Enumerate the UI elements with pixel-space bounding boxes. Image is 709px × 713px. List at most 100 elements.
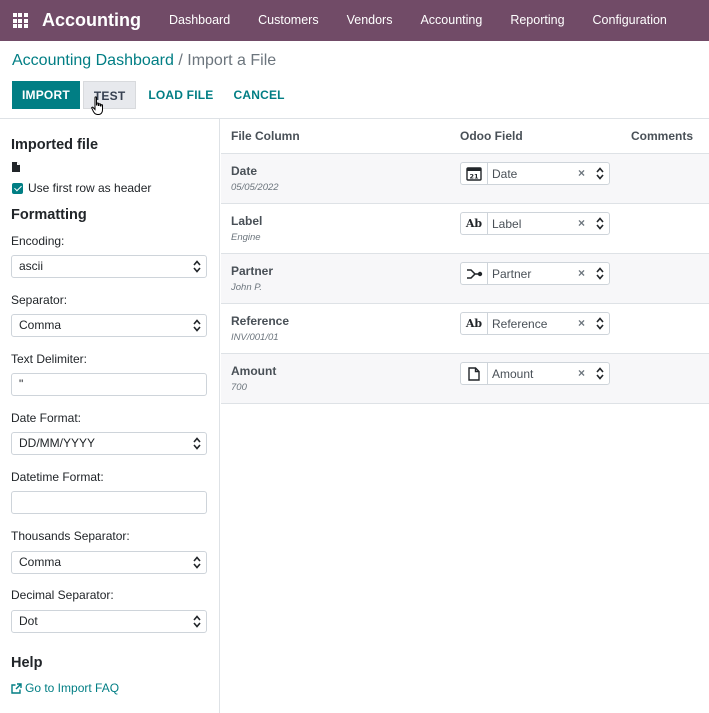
datetime-format-label: Datetime Format:: [11, 470, 104, 484]
breadcrumb-parent[interactable]: Accounting Dashboard: [12, 52, 174, 69]
formatting-title: Formatting: [11, 207, 87, 223]
imported-file-title: Imported file: [11, 137, 99, 153]
table-row: Amount 700 Amount ×: [221, 354, 709, 404]
cancel-button[interactable]: CANCEL: [223, 81, 294, 109]
odoo-field-value: Date: [492, 166, 518, 181]
datetime-format-input[interactable]: [11, 491, 207, 514]
menu-dashboard[interactable]: Dashboard: [155, 0, 244, 41]
select-arrows-icon: [193, 260, 201, 273]
select-arrows-icon: [596, 317, 604, 330]
select-arrows-icon: [596, 267, 604, 280]
text-icon: Ab: [461, 313, 488, 334]
clear-icon[interactable]: ×: [578, 366, 585, 380]
use-header-row[interactable]: Use first row as header: [12, 181, 151, 195]
top-navbar: Accounting Dashboard Customers Vendors A…: [0, 0, 709, 41]
column-name: Partner: [231, 264, 274, 278]
column-sample: INV/001/01: [231, 332, 279, 343]
load-file-button[interactable]: LOAD FILE: [138, 81, 223, 109]
help-title: Help: [11, 655, 43, 671]
column-name: Amount: [231, 364, 277, 378]
thousands-separator-select[interactable]: Comma: [11, 551, 207, 574]
header-file-column: File Column: [231, 129, 300, 143]
odoo-field-select[interactable]: Ab Reference ×: [460, 312, 610, 335]
clear-icon[interactable]: ×: [578, 166, 585, 180]
select-arrows-icon: [596, 367, 604, 380]
table-header: File Column Odoo Field Comments: [221, 119, 709, 154]
menu-configuration[interactable]: Configuration: [579, 0, 681, 41]
column-sample: John P.: [231, 282, 262, 293]
date-format-label: Date Format:: [11, 411, 82, 425]
select-arrows-icon: [193, 319, 201, 332]
odoo-field-select[interactable]: Ab Label ×: [460, 212, 610, 235]
date-format-value: DD/MM/YYYY: [19, 436, 96, 450]
select-arrows-icon: [596, 167, 604, 180]
menu-vendors[interactable]: Vendors: [333, 0, 407, 41]
import-faq-label: Go to Import FAQ: [25, 681, 120, 695]
calendar-day: 21: [469, 173, 479, 181]
clear-icon[interactable]: ×: [578, 266, 585, 280]
odoo-field-select[interactable]: Partner ×: [460, 262, 610, 285]
select-arrows-icon: [193, 437, 201, 450]
odoo-field-select[interactable]: 21 Date ×: [460, 162, 610, 185]
odoo-field-select[interactable]: Amount ×: [460, 362, 610, 385]
select-arrows-icon: [193, 556, 201, 569]
breadcrumb: Accounting Dashboard / Import a File: [12, 52, 276, 70]
import-options-sidebar: Imported file Use first row as header Fo…: [0, 119, 220, 713]
apps-menu-icon[interactable]: [0, 0, 40, 41]
relation-icon: [461, 263, 488, 284]
menu-customers[interactable]: Customers: [244, 0, 332, 41]
import-button[interactable]: IMPORT: [12, 81, 80, 109]
text-delimiter-input[interactable]: ": [11, 373, 207, 396]
menu-reporting[interactable]: Reporting: [496, 0, 578, 41]
select-arrows-icon: [596, 217, 604, 230]
column-name: Date: [231, 164, 258, 178]
decimal-separator-select[interactable]: Dot: [11, 610, 207, 633]
header-odoo-field: Odoo Field: [460, 129, 523, 143]
clear-icon[interactable]: ×: [578, 216, 585, 230]
column-mapping-table: File Column Odoo Field Comments Date 05/…: [221, 119, 709, 713]
odoo-field-value: Amount: [492, 366, 534, 381]
column-sample: Engine: [231, 232, 261, 243]
separator-label: Separator:: [11, 293, 68, 307]
column-name: Reference: [231, 314, 290, 328]
text-delimiter-value: ": [19, 377, 24, 391]
column-name: Label: [231, 214, 263, 228]
decimal-separator-label: Decimal Separator:: [11, 588, 114, 602]
import-faq-link[interactable]: Go to Import FAQ: [11, 681, 119, 695]
action-toolbar: IMPORT TEST LOAD FILE CANCEL: [12, 81, 295, 109]
external-link-icon: [11, 682, 22, 694]
decimal-separator-value: Dot: [19, 614, 38, 628]
table-row: Label Engine Ab Label ×: [221, 204, 709, 254]
app-name[interactable]: Accounting: [42, 10, 141, 31]
text-icon: Ab: [461, 213, 488, 234]
separator-value: Comma: [19, 318, 62, 332]
table-row: Date 05/05/2022 21 Date ×: [221, 154, 709, 204]
file-icon: [12, 162, 20, 172]
odoo-field-value: Partner: [492, 266, 532, 281]
breadcrumb-current: Import a File: [187, 52, 277, 69]
thousands-separator-value: Comma: [19, 555, 62, 569]
encoding-select[interactable]: ascii: [11, 255, 207, 278]
calendar-icon: 21: [461, 163, 488, 184]
odoo-field-value: Reference: [492, 316, 548, 331]
separator-select[interactable]: Comma: [11, 314, 207, 337]
odoo-field-value: Label: [492, 216, 522, 231]
menu-accounting[interactable]: Accounting: [406, 0, 496, 41]
use-header-label: Use first row as header: [28, 181, 152, 195]
table-row: Partner John P. Partner ×: [221, 254, 709, 304]
date-format-select[interactable]: DD/MM/YYYY: [11, 432, 207, 455]
table-row: Reference INV/001/01 Ab Reference ×: [221, 304, 709, 354]
text-delimiter-label: Text Delimiter:: [11, 352, 88, 366]
clear-icon[interactable]: ×: [578, 316, 585, 330]
header-comments: Comments: [631, 129, 694, 143]
encoding-label: Encoding:: [11, 234, 65, 248]
breadcrumb-separator: /: [178, 52, 183, 69]
document-icon: [461, 363, 488, 384]
mouse-pointer-icon: [91, 96, 103, 115]
thousands-separator-label: Thousands Separator:: [11, 529, 130, 543]
encoding-value: ascii: [19, 259, 44, 273]
column-sample: 700: [231, 382, 247, 393]
use-header-checkbox[interactable]: [12, 182, 23, 194]
column-sample: 05/05/2022: [231, 182, 279, 193]
select-arrows-icon: [193, 615, 201, 628]
